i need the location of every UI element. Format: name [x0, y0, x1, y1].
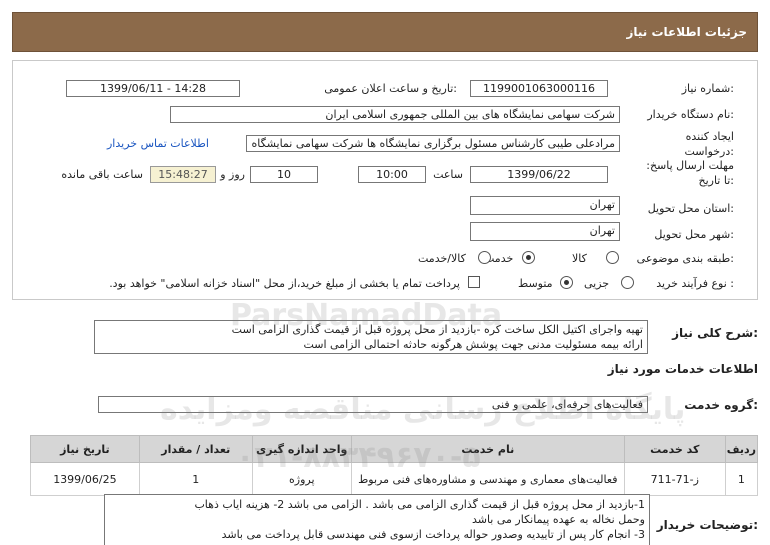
buyer-contact-link[interactable]: اطلاعات تماس خریدار	[107, 137, 209, 150]
table-header-row: ردیف کد خدمت نام خدمت واحد اندازه گیری ت…	[30, 435, 759, 463]
col-name-header: نام خدمت	[350, 435, 625, 463]
buyer-notes-line-1: 1-بازدید از محل پروژه قبل از قیمت گذاری …	[194, 498, 645, 511]
service-group-label: گروه خدمت:	[684, 398, 758, 412]
city-field: تهران	[470, 222, 620, 241]
city-label: شهر محل تحویل:	[654, 228, 734, 241]
page-title: جزئیات اطلاعات نیاز	[626, 25, 747, 39]
countdown-timer: 15:48:27	[150, 166, 216, 183]
category-goods-radio[interactable]	[606, 251, 619, 264]
service-group-field: فعالیت‌های حرفه‌ای، علمی و فنی	[98, 396, 648, 413]
cell-name: فعالیت‌های معماری و مهندسی و مشاوره‌های …	[350, 462, 625, 496]
process-medium-radio[interactable]	[560, 276, 573, 289]
services-info-title: اطلاعات خدمات مورد نیاز	[607, 362, 758, 376]
col-row-header: ردیف	[724, 435, 759, 463]
remaining-label: ساعت باقی مانده	[61, 168, 143, 181]
need-description-label: شرح کلی نیاز:	[672, 326, 758, 340]
day-and-label: روز و	[220, 168, 245, 181]
col-code-header: کد خدمت	[623, 435, 726, 463]
buyer-notes-line-3: 3- انجام کار پس از تاییدیه وصدور حواله پ…	[221, 528, 645, 541]
buyer-org-field: شرکت سهامی نمایشگاه های بین المللی جمهور…	[170, 106, 620, 123]
treasury-note: پرداخت تمام یا بخشی از مبلغ خرید،از محل …	[109, 277, 460, 290]
cell-date: 1399/06/25	[30, 462, 140, 496]
announce-datetime-label: تاریخ و ساعت اعلان عمومی:	[324, 82, 457, 95]
province-field: تهران	[470, 196, 620, 215]
category-goods-service-radio[interactable]	[478, 251, 491, 264]
deadline-date-field: 1399/06/22	[470, 166, 608, 183]
col-date-header: تاریخ نیاز	[30, 435, 140, 463]
need-description-line-1: تهیه واجرای اکتیل الکل ساخت کره -بازدید …	[231, 323, 643, 336]
deadline-label: مهلت ارسال پاسخ: تا تاریخ:	[646, 159, 734, 187]
process-type-label: نوع فرآیند خرید :	[656, 277, 734, 290]
requester-field: مرادعلی طیبی کارشناس مسئول برگزاری نمایش…	[246, 135, 620, 152]
cell-code: ز-71-711	[623, 462, 726, 496]
deadline-time-field: 10:00	[358, 166, 426, 183]
page-header: جزئیات اطلاعات نیاز	[12, 12, 758, 52]
need-description-line-2: ارائه بیمه مسئولیت مدنی جهت پوشش هرگونه …	[303, 338, 643, 351]
buyer-notes-label: توضیحات خریدار:	[656, 518, 758, 532]
province-label: استان محل تحویل:	[647, 202, 734, 215]
hour-label: ساعت	[433, 168, 463, 181]
services-table: ردیف کد خدمت نام خدمت واحد اندازه گیری ت…	[30, 435, 759, 496]
treasury-checkbox[interactable]	[468, 276, 480, 288]
requester-label: ایجاد کننده درخواست:	[684, 130, 735, 158]
buyer-org-label: نام دستگاه خریدار:	[647, 108, 734, 121]
need-description-box: تهیه واجرای اکتیل الکل ساخت کره -بازدید …	[94, 320, 648, 354]
category-label: طبقه بندی موضوعی:	[636, 252, 734, 265]
cell-row: 1	[724, 462, 759, 496]
col-unit-header: واحد اندازه گیری	[251, 435, 352, 463]
col-qty-header: تعداد / مقدار	[138, 435, 253, 463]
announce-datetime-field: 1399/06/11 - 14:28	[66, 80, 240, 97]
cell-unit: پروژه	[251, 462, 352, 496]
process-minor-label: جزیی	[584, 277, 610, 290]
buyer-notes-box: 1-بازدید از محل پروژه قبل از قیمت گذاری …	[104, 494, 650, 545]
need-number-label: شماره نیاز:	[681, 82, 734, 95]
buyer-notes-line-2: وحمل نخاله به عهده پیمانکار می باشد	[471, 513, 645, 526]
table-row: 1 ز-71-711 فعالیت‌های معماری و مهندسی و …	[30, 462, 759, 496]
category-goods-service-label: کالا/خدمت	[418, 252, 466, 265]
category-goods-label: کالا	[572, 252, 587, 265]
process-minor-radio[interactable]	[621, 276, 634, 289]
need-number-field: 1199001063000116	[470, 80, 608, 97]
days-remaining-field: 10	[250, 166, 318, 183]
cell-qty: 1	[138, 462, 253, 496]
process-medium-label: متوسط	[518, 277, 553, 290]
category-service-radio[interactable]	[522, 251, 535, 264]
